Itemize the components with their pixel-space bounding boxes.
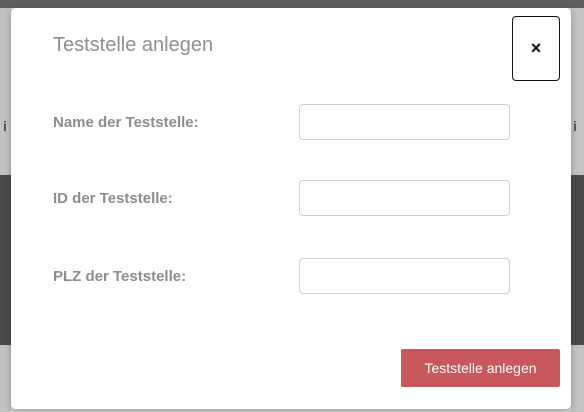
plz-label: PLZ der Teststelle: [53,268,187,285]
name-input[interactable] [299,104,510,140]
id-input[interactable] [299,180,510,216]
plz-row: PLZ der Teststelle: [53,258,523,296]
close-icon: × [530,38,542,58]
backdrop-top [0,0,584,8]
backdrop-text-fragment-left: i [3,118,7,134]
id-label: ID der Teststelle: [53,190,173,207]
create-test-site-button[interactable]: Teststelle anlegen [401,349,560,387]
backdrop-right-dark [571,175,584,345]
id-row: ID der Teststelle: [53,180,523,218]
name-label: Name der Teststelle: [53,114,199,131]
create-test-site-modal: Teststelle anlegen × Name der Teststelle… [11,8,571,409]
name-row: Name der Teststelle: [53,104,523,142]
plz-input[interactable] [299,258,510,294]
close-button[interactable]: × [512,16,560,81]
backdrop-text-fragment-right: i [573,118,577,134]
backdrop-left-dark [0,175,11,345]
modal-title: Teststelle anlegen [53,34,214,56]
